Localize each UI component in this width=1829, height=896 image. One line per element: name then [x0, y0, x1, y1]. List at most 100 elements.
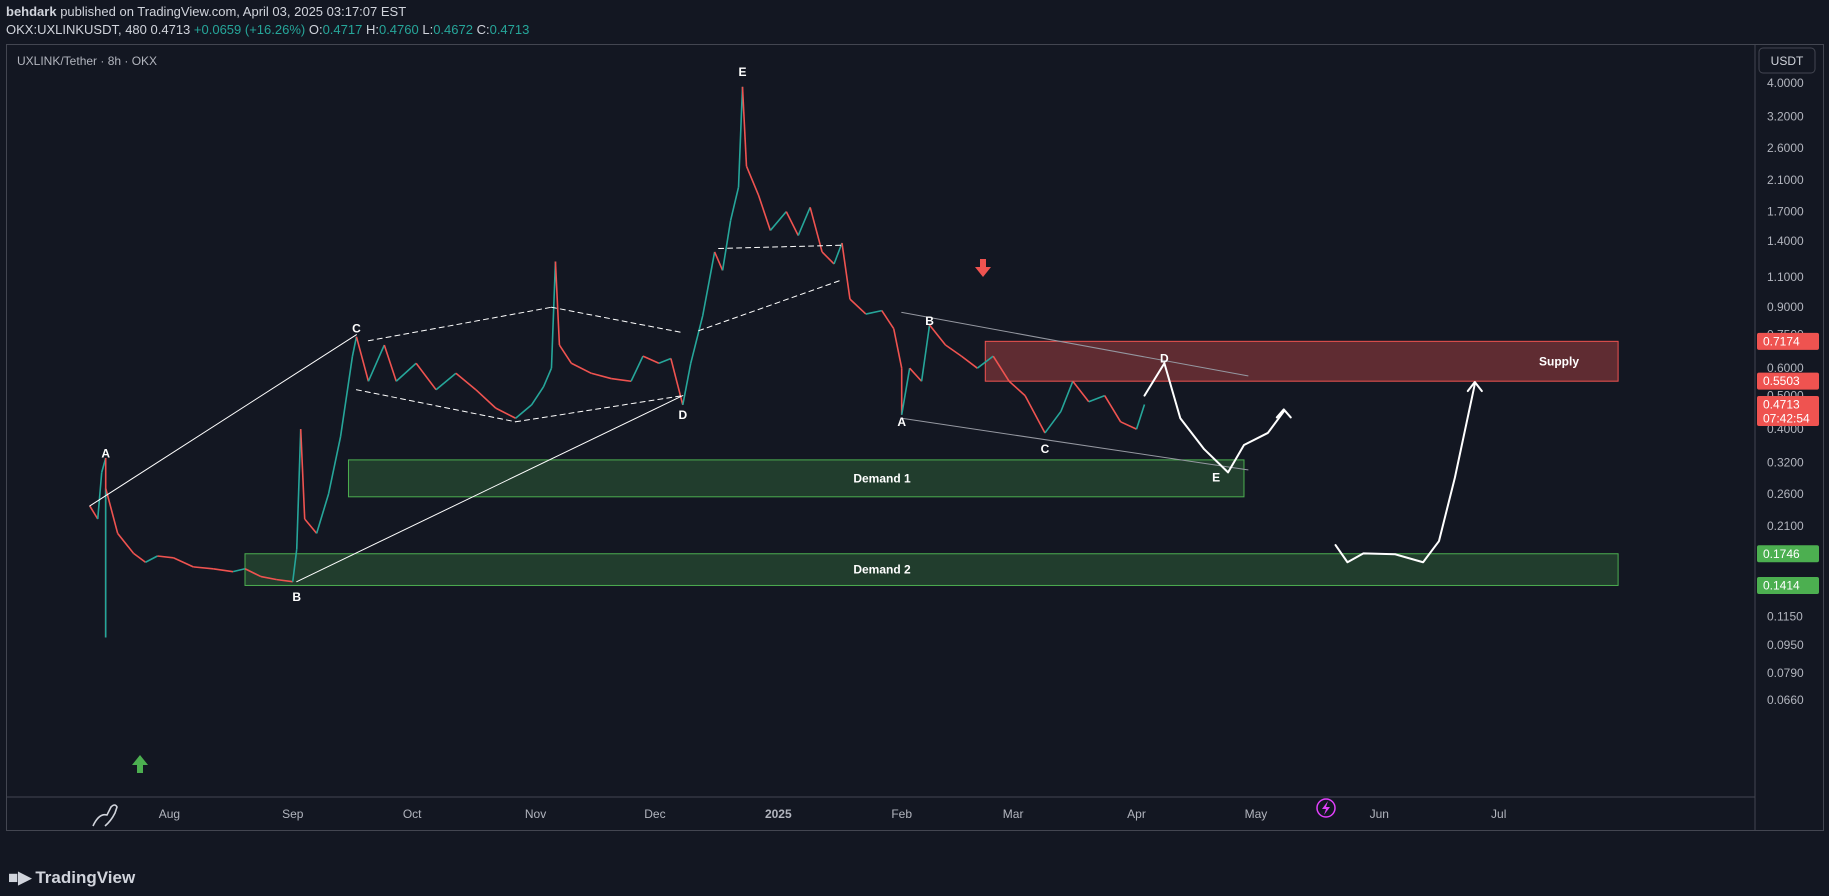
- price-segment: [689, 315, 704, 364]
- price-segment: [729, 187, 740, 221]
- x-tick-label: Mar: [1003, 807, 1024, 821]
- chart-area[interactable]: UXLINK/Tether · 8h · OKX USDT Supply Dema…: [6, 44, 1824, 831]
- price-segment: [415, 362, 437, 391]
- y-tick-label: 0.2600: [1767, 487, 1804, 501]
- price-segment: [550, 261, 557, 369]
- price-segment: [157, 555, 174, 559]
- trend-line: [515, 395, 684, 423]
- price-segment: [89, 505, 99, 520]
- trend-line: [89, 334, 357, 507]
- red-down-arrow: [975, 259, 991, 277]
- price-segment: [571, 362, 592, 374]
- footer: ■▶ TradingView: [0, 862, 1829, 896]
- wave-label-b: B: [925, 314, 934, 328]
- price-segment: [173, 557, 194, 568]
- wave-label-d: D: [1160, 351, 1169, 365]
- price-segment: [920, 324, 931, 382]
- author-name[interactable]: behdark: [6, 4, 57, 19]
- price-segment: [1135, 404, 1146, 430]
- ohlc-line: OKX:UXLINKUSDT, 480 0.4713 +0.0659 (+16.…: [6, 22, 529, 37]
- x-tick-label: Dec: [644, 807, 665, 821]
- trend-line: [355, 389, 517, 423]
- price-segment: [892, 328, 903, 369]
- publish-info: behdark published on TradingView.com, Ap…: [6, 4, 406, 19]
- price-segment: [960, 355, 978, 369]
- price-segment: [1044, 410, 1062, 434]
- x-tick-label: May: [1245, 807, 1268, 821]
- bolt-icon[interactable]: [1316, 798, 1336, 818]
- price-segment: [741, 86, 748, 167]
- price-segment: [295, 429, 302, 550]
- brand-name: TradingView: [35, 868, 136, 887]
- y-tick-label: 1.7000: [1767, 205, 1804, 219]
- wave-label-d: D: [678, 408, 687, 422]
- wave-label-a: A: [101, 447, 110, 461]
- price-segment: [865, 309, 882, 315]
- low-value: 0.4672: [433, 22, 473, 37]
- chart-title: UXLINK/Tether · 8h · OKX: [17, 54, 157, 68]
- price-segment: [849, 298, 867, 315]
- y-tick-label: 0.0790: [1767, 666, 1804, 680]
- price-segment: [299, 429, 306, 520]
- price-segment: [785, 211, 799, 236]
- price-segment: [737, 86, 744, 188]
- chart-header: behdark published on TradingView.com, Ap…: [0, 0, 1829, 44]
- price-segment: [554, 261, 561, 346]
- price-segment: [658, 357, 672, 365]
- price-segment: [1088, 394, 1105, 403]
- x-tick-label: Sep: [282, 807, 304, 821]
- x-tick-label: Feb: [891, 807, 912, 821]
- trend-line: [718, 244, 843, 250]
- price-segment: [769, 211, 787, 231]
- price-segment: [558, 344, 573, 364]
- projection-arrowhead-1: [1275, 408, 1292, 419]
- x-tick-label: Jun: [1370, 807, 1389, 821]
- price-segment: [809, 207, 823, 253]
- y-tick-label: 1.1000: [1767, 270, 1804, 284]
- y-tick-label: 2.1000: [1767, 173, 1804, 187]
- published-text: published on TradingView.com, April 03, …: [60, 4, 407, 19]
- price-segment: [455, 372, 477, 391]
- tradingview-logo[interactable]: ■▶ TradingView: [8, 868, 135, 888]
- price-segment: [1072, 380, 1090, 403]
- price-segment: [367, 344, 386, 382]
- price-segment: [701, 251, 716, 316]
- trend-line: [550, 306, 684, 334]
- price-tag-label: 0.4713: [1763, 397, 1800, 411]
- y-tick-label: 4.0000: [1767, 76, 1804, 90]
- price-segment: [213, 567, 234, 573]
- price-segment: [515, 404, 533, 419]
- y-tick-label: 0.1150: [1767, 610, 1803, 624]
- price-segment: [133, 552, 146, 563]
- price-segment: [611, 377, 632, 383]
- price-tag-label: 0.7174: [1763, 334, 1800, 348]
- price-chart[interactable]: UXLINK/Tether · 8h · OKX USDT Supply Dema…: [7, 45, 1823, 830]
- price-segment: [315, 493, 330, 534]
- tv-logo-icon: ■▶: [8, 868, 32, 887]
- price-segment: [1008, 380, 1026, 397]
- close-value: 0.4713: [489, 22, 530, 37]
- y-tick-label: 2.6000: [1767, 141, 1804, 155]
- y-tick-label: 0.3200: [1767, 456, 1804, 470]
- price-segment: [193, 566, 214, 570]
- price-segment: [900, 368, 911, 415]
- price-segment: [757, 194, 772, 231]
- zone-label: Demand 1: [853, 471, 911, 485]
- zone-supply-0: [984, 340, 1619, 382]
- currency-button[interactable]: USDT: [1758, 47, 1816, 74]
- close-label: C:: [476, 22, 490, 37]
- price-segment: [96, 472, 103, 520]
- x-tick-label: Oct: [403, 807, 422, 821]
- currency-button-label[interactable]: USDT: [1771, 54, 1804, 68]
- price-segment: [745, 165, 760, 196]
- wave-label-c: C: [352, 322, 361, 336]
- price-segment: [821, 251, 835, 265]
- zone-demand-1: [347, 459, 1245, 498]
- price-tag-label: 0.5503: [1763, 374, 1800, 388]
- wave-label-c: C: [1041, 442, 1050, 456]
- high-value: 0.4760: [378, 22, 419, 37]
- price-tag-countdown: 07:42:54: [1763, 411, 1810, 425]
- price-segment: [721, 220, 732, 271]
- low-label: L:: [422, 22, 434, 37]
- price-change: +0.0659 (+16.26%): [193, 22, 306, 37]
